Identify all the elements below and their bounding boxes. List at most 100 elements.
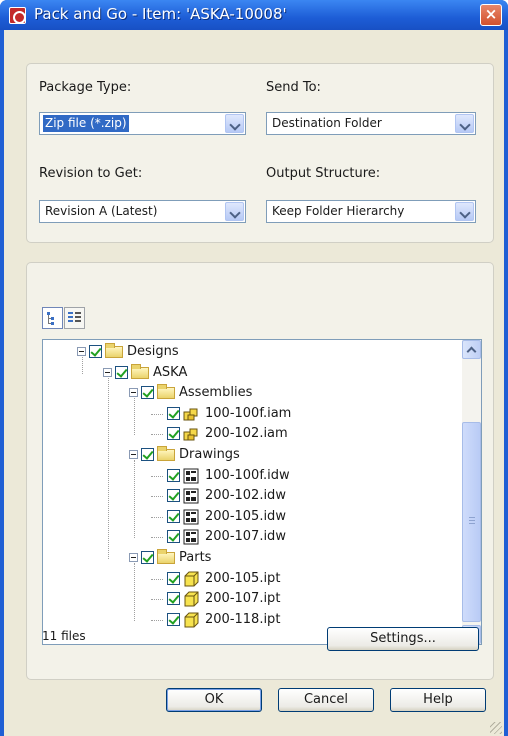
vault-app-icon <box>9 7 26 24</box>
send-to-dropdown[interactable]: Destination Folder <box>266 112 476 135</box>
checkbox[interactable] <box>167 530 180 544</box>
drawing-file-icon <box>183 529 199 545</box>
close-button[interactable]: × <box>480 4 502 26</box>
output-structure-value: Keep Folder Hierarchy <box>272 204 405 218</box>
chevron-down-icon[interactable] <box>455 202 474 221</box>
drawing-file-icon <box>183 468 199 484</box>
checkbox[interactable] <box>141 551 154 564</box>
checkbox[interactable] <box>141 386 154 400</box>
dialog-client: Package Type: Zip file (*.zip) Send To: … <box>4 30 504 736</box>
tree-view-icon <box>47 312 54 325</box>
send-to-label: Send To: <box>266 80 321 95</box>
tree-view-toggle[interactable] <box>42 307 63 329</box>
checkbox[interactable] <box>167 427 180 441</box>
tree-row-part[interactable]: 200-107.ipt <box>43 589 458 609</box>
tree-row-drawing[interactable]: 200-107.idw <box>43 527 458 547</box>
ok-button[interactable]: OK <box>166 688 262 712</box>
tree-item-label: Parts <box>179 550 212 565</box>
tree-row-assembly[interactable]: 200-102.iam <box>43 424 458 444</box>
package-type-label: Package Type: <box>39 80 132 95</box>
tree-item-label: 200-102.iam <box>205 426 288 442</box>
resize-grip-icon[interactable] <box>490 722 502 734</box>
tree-item-label: ASKA <box>153 364 188 380</box>
tree-row-folder[interactable]: ASKA <box>43 363 458 383</box>
checkbox[interactable] <box>167 509 180 523</box>
tree-row-drawing[interactable]: 200-102.idw <box>43 486 458 506</box>
drawing-file-icon <box>183 509 199 525</box>
folder-icon <box>105 343 123 358</box>
package-type-value: Zip file (*.zip) <box>43 115 129 132</box>
grip-line <box>469 523 475 524</box>
file-tree[interactable]: Designs ASKA Assemblies 100-100f.iam 200-102… <box>42 339 482 645</box>
collapse-icon[interactable] <box>103 367 112 377</box>
tree-item-label: 200-102.idw <box>205 488 286 504</box>
help-button[interactable]: Help <box>390 688 486 712</box>
list-view-icon <box>68 312 81 322</box>
tree-item-label: 200-105.idw <box>205 508 286 524</box>
file-count: 11 files <box>42 629 86 643</box>
folder-icon <box>157 446 175 461</box>
part-file-icon <box>184 571 199 587</box>
tree-item-label: Designs <box>127 344 179 359</box>
package-type-dropdown[interactable]: Zip file (*.zip) <box>39 112 246 135</box>
tree-item-label: Drawings <box>179 447 240 462</box>
tree-row-drawing[interactable]: 100-100f.idw <box>43 466 458 486</box>
part-file-icon <box>184 591 199 607</box>
scroll-up-button[interactable] <box>462 340 481 359</box>
checkbox[interactable] <box>167 406 180 420</box>
tree-item-label: 100-100f.idw <box>205 467 290 483</box>
chevron-down-icon[interactable] <box>225 114 244 133</box>
tree-connector <box>151 516 163 518</box>
output-structure-dropdown[interactable]: Keep Folder Hierarchy <box>266 200 476 223</box>
tree-row-drawing[interactable]: 200-105.idw <box>43 507 458 527</box>
vertical-scrollbar[interactable] <box>462 340 481 644</box>
checkbox[interactable] <box>89 345 102 358</box>
tree-item-label: 200-107.ipt <box>205 591 281 607</box>
collapse-icon[interactable] <box>129 553 138 562</box>
checkbox[interactable] <box>167 592 180 606</box>
tree-connector <box>151 496 163 498</box>
tree-item-label: Assemblies <box>179 385 253 401</box>
checkbox[interactable] <box>167 571 180 585</box>
tree-item-label: 200-118.ipt <box>205 611 281 627</box>
tree-row-folder[interactable]: Assemblies <box>43 383 458 403</box>
drawing-file-icon <box>183 488 199 504</box>
scroll-thumb[interactable] <box>462 422 481 622</box>
title-bar[interactable]: Pack and Go - Item: 'ASKA-10008' × <box>0 0 508 30</box>
chevron-down-icon[interactable] <box>225 202 244 221</box>
collapse-icon[interactable] <box>129 450 138 459</box>
tree-item-label: 200-107.idw <box>205 529 286 545</box>
checkbox[interactable] <box>141 448 154 461</box>
tree-row-folder[interactable]: Designs <box>43 342 458 362</box>
checkbox[interactable] <box>115 365 128 379</box>
tree-row-assembly[interactable]: 100-100f.iam <box>43 404 458 424</box>
tree-connector <box>151 578 163 580</box>
tree-row-folder[interactable]: Parts <box>43 548 458 568</box>
checkbox[interactable] <box>167 612 180 626</box>
revision-label: Revision to Get: <box>39 166 143 181</box>
list-view-toggle[interactable] <box>64 307 85 329</box>
output-structure-label: Output Structure: <box>266 166 381 181</box>
tree-row-part[interactable]: 200-105.ipt <box>43 569 458 589</box>
tree-connector <box>151 434 163 436</box>
revision-dropdown[interactable]: Revision A (Latest) <box>39 200 246 223</box>
checkbox[interactable] <box>167 468 180 482</box>
collapse-icon[interactable] <box>77 347 86 356</box>
tree-item-label: 100-100f.iam <box>205 405 292 421</box>
checkbox[interactable] <box>167 489 180 503</box>
grip-line <box>469 517 475 518</box>
settings-button[interactable]: Settings... <box>327 627 479 651</box>
tree-connector <box>151 413 163 415</box>
tree-row-folder[interactable]: Drawings <box>43 445 458 465</box>
cancel-button[interactable]: Cancel <box>278 688 374 712</box>
part-file-icon <box>184 612 199 628</box>
folder-icon <box>157 549 175 564</box>
folder-icon <box>131 363 149 379</box>
collapse-icon[interactable] <box>129 388 138 398</box>
assembly-file-icon <box>183 428 198 441</box>
revision-value: Revision A (Latest) <box>45 204 158 218</box>
send-to-value: Destination Folder <box>272 116 382 130</box>
tree-connector <box>151 537 163 539</box>
grip-line <box>469 520 475 521</box>
chevron-down-icon[interactable] <box>455 114 474 133</box>
